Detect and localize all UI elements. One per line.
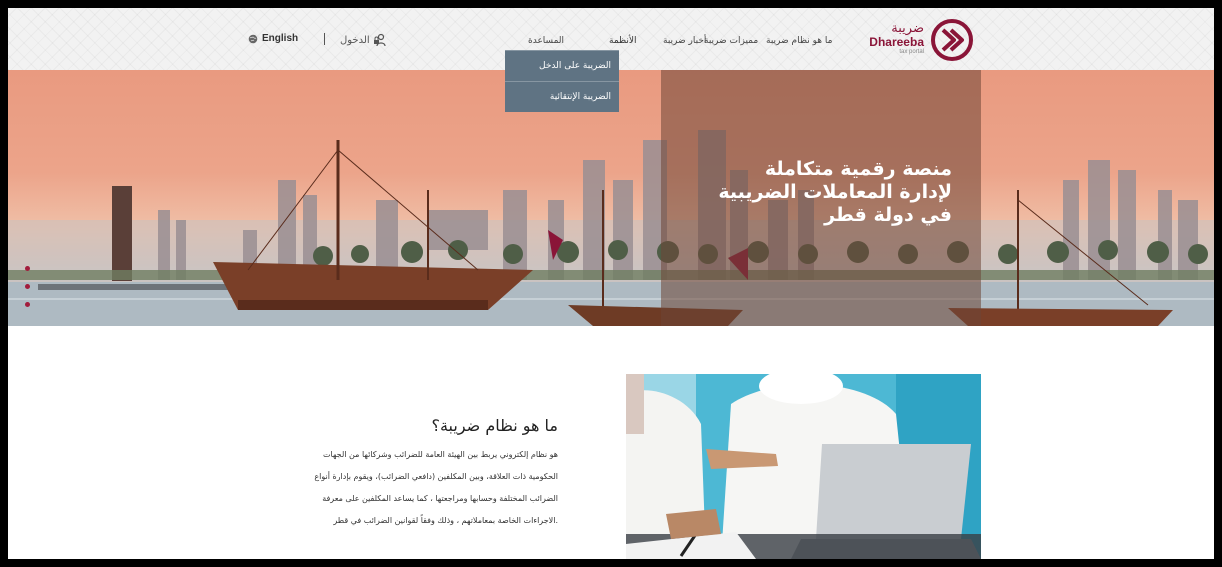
brand-logo[interactable]: ضريبة Dhareeba tax portal — [869, 18, 974, 62]
nav-item-what-is-dhareeba[interactable]: ما هو نظام ضريبة — [766, 36, 832, 46]
about-section-title: ما هو نظام ضريبة؟ — [431, 416, 558, 435]
globe-icon — [248, 34, 258, 43]
brand-name-en: Dhareeba — [869, 35, 924, 49]
header-divider — [324, 33, 325, 45]
brand-wordmark: ضريبة Dhareeba tax portal — [869, 22, 924, 56]
business-men-laptop-image — [626, 374, 981, 559]
hero-title-line: لإدارة المعاملات الضريبية — [718, 181, 952, 203]
carousel-dot[interactable] — [25, 302, 30, 307]
about-section-body: هو نظام إلكتروني يربط بين الهيئة العامة … — [238, 444, 558, 532]
hero-title-line: في دولة قطر — [824, 204, 952, 226]
dhareeba-logo-icon — [931, 19, 973, 61]
nav-item-systems[interactable]: الأنظمة — [609, 36, 637, 46]
about-body-line: الاجراءات الخاصة بمعاملاتهم ، وذلك وفقاً… — [333, 516, 558, 525]
menu-item-income-tax[interactable]: الضريبة على الدخل — [505, 50, 619, 81]
language-switch[interactable]: English — [248, 33, 298, 44]
nav-item-features[interactable]: مميزات ضريبة — [704, 36, 758, 46]
page-frame: ضريبة Dhareeba tax portal ما هو نظام ضري… — [8, 8, 1214, 559]
brand-name-ar: ضريبة — [891, 21, 924, 36]
nav-item-help[interactable]: المساعدة — [528, 36, 564, 46]
about-body-line: هو نظام إلكتروني يربط بين الهيئة العامة … — [323, 450, 558, 459]
menu-item-excise-tax[interactable]: الضريبة الإنتقائية — [505, 81, 619, 112]
carousel-dot[interactable] — [25, 284, 30, 289]
lock-user-icon — [373, 33, 386, 47]
about-section-photo — [626, 374, 981, 559]
systems-dropdown-menu: الضريبة على الدخل الضريبة الإنتقائية — [505, 50, 619, 112]
brand-tagline: tax portal — [899, 49, 924, 55]
nav-item-news[interactable]: أخبار ضريبة — [663, 36, 706, 46]
carousel-dots — [25, 266, 30, 320]
carousel-dot[interactable] — [25, 266, 30, 271]
language-label: English — [262, 33, 299, 44]
login-link[interactable]: الدخول — [340, 33, 387, 47]
login-label: الدخول — [340, 34, 370, 46]
about-body-line: الضرائب المختلفة وحسابها ومراجعتها ، كما… — [322, 494, 558, 503]
about-body-line: الحكومية ذات العلاقة، وبين المكلفين (داف… — [314, 472, 558, 481]
hero-title: منصة رقمية متكاملة لإدارة المعاملات الضر… — [632, 158, 952, 227]
hero-title-line: منصة رقمية متكاملة — [764, 158, 952, 180]
